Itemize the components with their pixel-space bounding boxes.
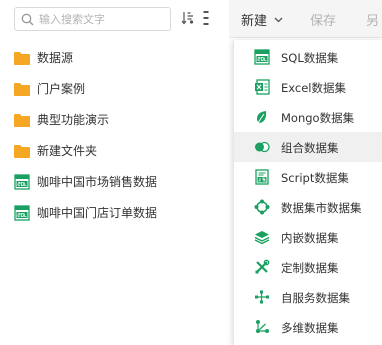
menu-item-label: Excel数据集 [281, 81, 346, 95]
mongo-leaf-icon [257, 111, 267, 124]
multidimensional-icon [256, 320, 269, 333]
sort-icon[interactable] [181, 11, 194, 25]
folder-icon [14, 51, 30, 65]
resource-tree-panel: 数据源 门户案例 典型功能演示 新建文件夹 [0, 0, 229, 345]
menu-item-label: 定制数据集 [281, 261, 339, 275]
tree-item-dataset[interactable]: 咖啡中国门店订单数据 [0, 197, 229, 228]
tree-item-folder[interactable]: 新建文件夹 [0, 135, 229, 166]
menu-item-label: SQL数据集 [281, 51, 339, 65]
menu-item-script-dataset[interactable]: Script数据集 [234, 162, 382, 192]
search-input[interactable] [39, 10, 167, 28]
menu-item-custom-dataset[interactable]: 定制数据集 [234, 252, 382, 282]
menu-item-label: 数据集市数据集 [281, 201, 362, 215]
save-button[interactable]: 保存 [310, 10, 336, 29]
tree-item-label: 典型功能演示 [37, 113, 110, 127]
tree-item-label: 咖啡中国门店订单数据 [37, 206, 158, 220]
folder-icon [14, 82, 30, 96]
menu-item-sql-dataset[interactable]: SQL数据集 [234, 42, 382, 72]
menu-item-datamart-dataset[interactable]: 数据集市数据集 [234, 192, 382, 222]
sql-dataset-icon [14, 173, 30, 190]
menu-item-label: Script数据集 [281, 171, 349, 185]
chevron-down-icon [274, 17, 283, 22]
save-as-button[interactable]: 另 [366, 10, 379, 29]
sql-icon [254, 49, 270, 65]
menu-item-label: Mongo数据集 [281, 111, 355, 125]
tree-item-label: 门户案例 [37, 82, 86, 96]
menu-item-label: 多维数据集 [281, 321, 339, 335]
combine-icon [255, 141, 270, 153]
menu-item-multidimensional-dataset[interactable]: 多维数据集 [234, 312, 382, 342]
sql-dataset-icon [14, 204, 30, 221]
new-button-label: 新建 [241, 14, 268, 29]
tree-item-folder[interactable]: 典型功能演示 [0, 104, 229, 135]
toolbar: 新建 保存 另 [229, 0, 382, 38]
tree-item-folder[interactable]: 门户案例 [0, 73, 229, 104]
menu-item-combine-dataset[interactable]: 组合数据集 [234, 132, 382, 162]
search-box[interactable] [14, 7, 171, 31]
resource-tree: 数据源 门户案例 典型功能演示 新建文件夹 咖啡中国市场销售数据 咖啡中国门店订… [0, 42, 229, 228]
excel-icon [255, 79, 270, 95]
tree-item-label: 数据源 [37, 51, 74, 65]
folder-icon [14, 113, 30, 127]
menu-item-mongo-dataset[interactable]: Mongo数据集 [234, 102, 382, 132]
menu-item-label: 内嵌数据集 [281, 231, 339, 245]
menu-item-label: 自服务数据集 [281, 291, 350, 305]
menu-item-self-service-dataset[interactable]: 自服务数据集 [234, 282, 382, 312]
menu-item-excel-dataset[interactable]: Excel数据集 [234, 72, 382, 102]
script-js-icon [255, 169, 269, 185]
embedded-layers-icon [254, 231, 270, 245]
new-dataset-menu: SQL数据集 Excel数据集 Mongo数据集 组合数据集 Script数据集… [233, 40, 382, 345]
more-vertical-icon[interactable] [203, 10, 209, 26]
self-service-icon [255, 290, 269, 304]
new-button[interactable]: 新建 [241, 10, 283, 29]
search-icon [21, 13, 34, 26]
folder-icon [14, 144, 30, 158]
tree-item-label: 咖啡中国市场销售数据 [37, 175, 158, 189]
datamart-icon [254, 199, 270, 215]
menu-item-embedded-dataset[interactable]: 内嵌数据集 [234, 222, 382, 252]
tree-item-dataset[interactable]: 咖啡中国市场销售数据 [0, 166, 229, 197]
tree-item-label: 新建文件夹 [37, 144, 98, 158]
custom-tools-icon [255, 259, 270, 274]
menu-item-label: 组合数据集 [281, 141, 339, 155]
tree-item-folder[interactable]: 数据源 [0, 42, 229, 73]
